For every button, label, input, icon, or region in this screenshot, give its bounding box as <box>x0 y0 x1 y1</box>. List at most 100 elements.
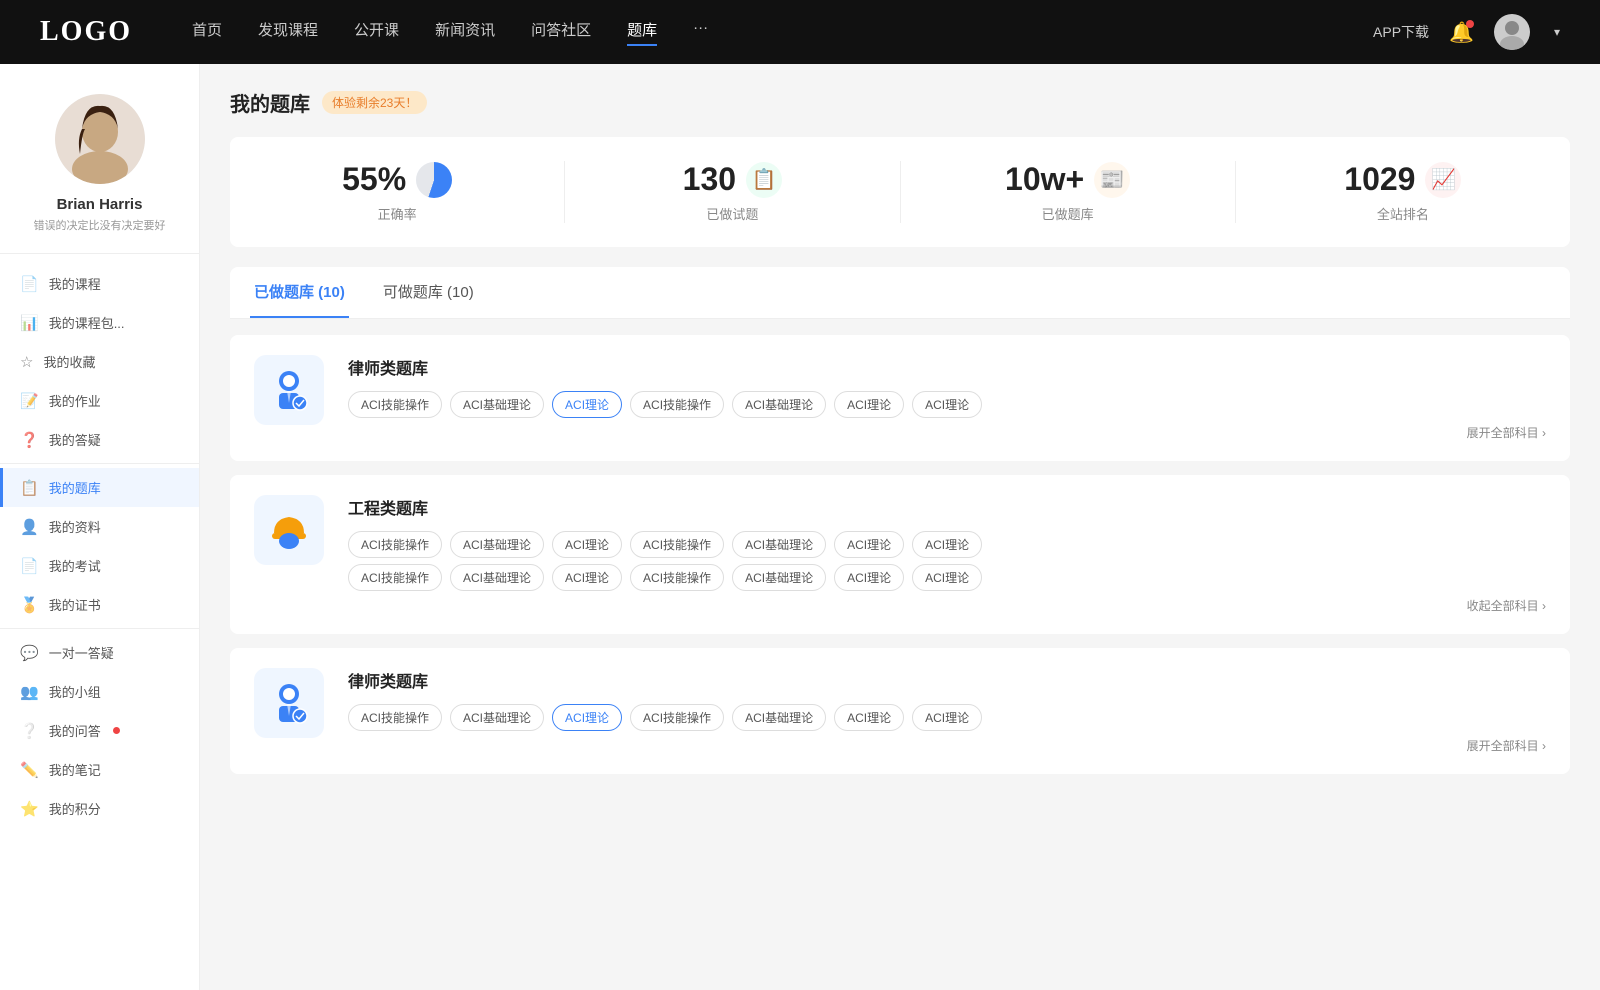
tag-2-r2-5[interactable]: ACI理论 <box>834 564 904 591</box>
sidebar-item-profile[interactable]: 👤 我的资料 <box>0 507 199 546</box>
divider-1 <box>0 463 199 464</box>
tag-1-0[interactable]: ACI技能操作 <box>348 391 442 418</box>
tag-2-r2-3[interactable]: ACI技能操作 <box>630 564 724 591</box>
stat-accuracy-row: 55% <box>250 161 544 198</box>
sidebar-item-questions[interactable]: ❓ 我的答疑 <box>0 420 199 459</box>
expand-link-3[interactable]: 展开全部科目 › <box>348 737 1546 754</box>
user-name: Brian Harris <box>20 196 179 213</box>
nav-more[interactable]: ··· <box>693 19 708 46</box>
logo[interactable]: LOGO <box>40 16 132 48</box>
qbank-tags-2-row2: ACI技能操作 ACI基础理论 ACI理论 ACI技能操作 ACI基础理论 AC… <box>348 564 1546 591</box>
user-avatar <box>55 94 145 184</box>
tag-2-6[interactable]: ACI理论 <box>912 531 982 558</box>
tag-3-2[interactable]: ACI理论 <box>552 704 622 731</box>
expand-link-2[interactable]: 收起全部科目 › <box>348 597 1546 614</box>
tag-2-3[interactable]: ACI技能操作 <box>630 531 724 558</box>
sidebar-item-exam[interactable]: 📄 我的考试 <box>0 546 199 585</box>
qbank-tags-1: ACI技能操作 ACI基础理论 ACI理论 ACI技能操作 ACI基础理论 AC… <box>348 391 1546 418</box>
tag-2-r2-2[interactable]: ACI理论 <box>552 564 622 591</box>
tag-2-r2-4[interactable]: ACI基础理论 <box>732 564 826 591</box>
user-avatar-nav[interactable] <box>1494 14 1530 50</box>
navbar: LOGO 首页 发现课程 公开课 新闻资讯 问答社区 题库 ··· APP下载 … <box>0 0 1600 64</box>
done-q-icon: 📋 <box>746 162 782 198</box>
tag-1-2[interactable]: ACI理论 <box>552 391 622 418</box>
page-title: 我的题库 <box>230 88 310 117</box>
accuracy-icon <box>416 162 452 198</box>
bell-icon[interactable]: 🔔 <box>1449 20 1474 45</box>
tab-available[interactable]: 可做题库 (10) <box>379 267 478 318</box>
sidebar-item-notes[interactable]: ✏️ 我的笔记 <box>0 750 199 789</box>
page-header: 我的题库 体验剩余23天！ <box>230 88 1570 117</box>
group-icon: 👥 <box>20 683 39 701</box>
stat-accuracy: 55% 正确率 <box>230 161 565 223</box>
navbar-right: APP下载 🔔 ▾ <box>1373 14 1560 50</box>
stat-done-q-value: 130 <box>683 161 736 198</box>
tag-2-r2-0[interactable]: ACI技能操作 <box>348 564 442 591</box>
divider-2 <box>0 628 199 629</box>
tag-3-3[interactable]: ACI技能操作 <box>630 704 724 731</box>
tag-1-3[interactable]: ACI技能操作 <box>630 391 724 418</box>
qbank-title-3: 律师类题库 <box>348 668 1546 692</box>
sidebar-item-course[interactable]: 📄 我的课程 <box>0 264 199 303</box>
user-menu-chevron[interactable]: ▾ <box>1554 25 1560 39</box>
tag-2-1[interactable]: ACI基础理论 <box>450 531 544 558</box>
tag-1-6[interactable]: ACI理论 <box>912 391 982 418</box>
cert-icon: 🏅 <box>20 596 39 614</box>
tag-3-5[interactable]: ACI理论 <box>834 704 904 731</box>
sidebar-item-favorites[interactable]: ☆ 我的收藏 <box>0 342 199 381</box>
stat-done-banks: 10w+ 📰 已做题库 <box>901 161 1236 223</box>
tag-1-4[interactable]: ACI基础理论 <box>732 391 826 418</box>
qbank-title-2: 工程类题库 <box>348 495 1546 519</box>
main-content: 我的题库 体验剩余23天！ 55% 正确率 130 📋 <box>200 64 1600 990</box>
sidebar-item-myqa[interactable]: ❔ 我的问答 <box>0 711 199 750</box>
tag-2-2[interactable]: ACI理论 <box>552 531 622 558</box>
tag-2-r2-6[interactable]: ACI理论 <box>912 564 982 591</box>
sidebar-item-homework[interactable]: 📝 我的作业 <box>0 381 199 420</box>
sidebar-item-1on1[interactable]: 💬 一对一答疑 <box>0 633 199 672</box>
stat-accuracy-value: 55% <box>342 161 406 198</box>
expand-link-1[interactable]: 展开全部科目 › <box>348 424 1546 441</box>
sidebar-item-package[interactable]: 📊 我的课程包... <box>0 303 199 342</box>
tag-3-1[interactable]: ACI基础理论 <box>450 704 544 731</box>
tag-1-1[interactable]: ACI基础理论 <box>450 391 544 418</box>
done-b-icon: 📰 <box>1094 162 1130 198</box>
tag-3-6[interactable]: ACI理论 <box>912 704 982 731</box>
tag-2-0[interactable]: ACI技能操作 <box>348 531 442 558</box>
nav-home[interactable]: 首页 <box>192 19 222 46</box>
tag-2-r2-1[interactable]: ACI基础理论 <box>450 564 544 591</box>
trial-badge: 体验剩余23天！ <box>322 91 427 114</box>
sidebar-item-points[interactable]: ⭐ 我的积分 <box>0 789 199 828</box>
stat-rank-label: 全站排名 <box>1256 204 1550 223</box>
qbank-icon-lawyer-3 <box>254 668 324 738</box>
stat-done-b-value: 10w+ <box>1005 161 1084 198</box>
1on1-icon: 💬 <box>20 644 39 662</box>
app-download[interactable]: APP下载 <box>1373 22 1429 42</box>
qbank-tags-2-row1: ACI技能操作 ACI基础理论 ACI理论 ACI技能操作 ACI基础理论 AC… <box>348 531 1546 558</box>
notes-icon: ✏️ <box>20 761 39 779</box>
stat-done-questions: 130 📋 已做试题 <box>565 161 900 223</box>
tag-2-4[interactable]: ACI基础理论 <box>732 531 826 558</box>
qbank-card-2: 工程类题库 ACI技能操作 ACI基础理论 ACI理论 ACI技能操作 ACI基… <box>230 475 1570 634</box>
page-wrap: Brian Harris 错误的决定比没有决定要好 📄 我的课程 📊 我的课程包… <box>0 64 1600 990</box>
tag-3-4[interactable]: ACI基础理论 <box>732 704 826 731</box>
qbank-body-1: 律师类题库 ACI技能操作 ACI基础理论 ACI理论 ACI技能操作 ACI基… <box>348 355 1546 441</box>
nav-news[interactable]: 新闻资讯 <box>435 19 495 46</box>
qbank-tags-3: ACI技能操作 ACI基础理论 ACI理论 ACI技能操作 ACI基础理论 AC… <box>348 704 1546 731</box>
sidebar-item-cert[interactable]: 🏅 我的证书 <box>0 585 199 624</box>
sidebar: Brian Harris 错误的决定比没有决定要好 📄 我的课程 📊 我的课程包… <box>0 64 200 990</box>
favorites-icon: ☆ <box>20 353 33 371</box>
sidebar-item-qbank[interactable]: 📋 我的题库 <box>0 468 199 507</box>
tag-1-5[interactable]: ACI理论 <box>834 391 904 418</box>
exam-icon: 📄 <box>20 557 39 575</box>
questions-icon: ❓ <box>20 431 39 449</box>
sidebar-item-group[interactable]: 👥 我的小组 <box>0 672 199 711</box>
nav-qa[interactable]: 问答社区 <box>531 19 591 46</box>
nav-open-course[interactable]: 公开课 <box>354 19 399 46</box>
nav-discover[interactable]: 发现课程 <box>258 19 318 46</box>
tab-done[interactable]: 已做题库 (10) <box>250 267 349 318</box>
tag-2-5[interactable]: ACI理论 <box>834 531 904 558</box>
nav-qbank[interactable]: 题库 <box>627 19 657 46</box>
tag-3-0[interactable]: ACI技能操作 <box>348 704 442 731</box>
qbank-icon-engineer <box>254 495 324 565</box>
myqa-icon: ❔ <box>20 722 39 740</box>
